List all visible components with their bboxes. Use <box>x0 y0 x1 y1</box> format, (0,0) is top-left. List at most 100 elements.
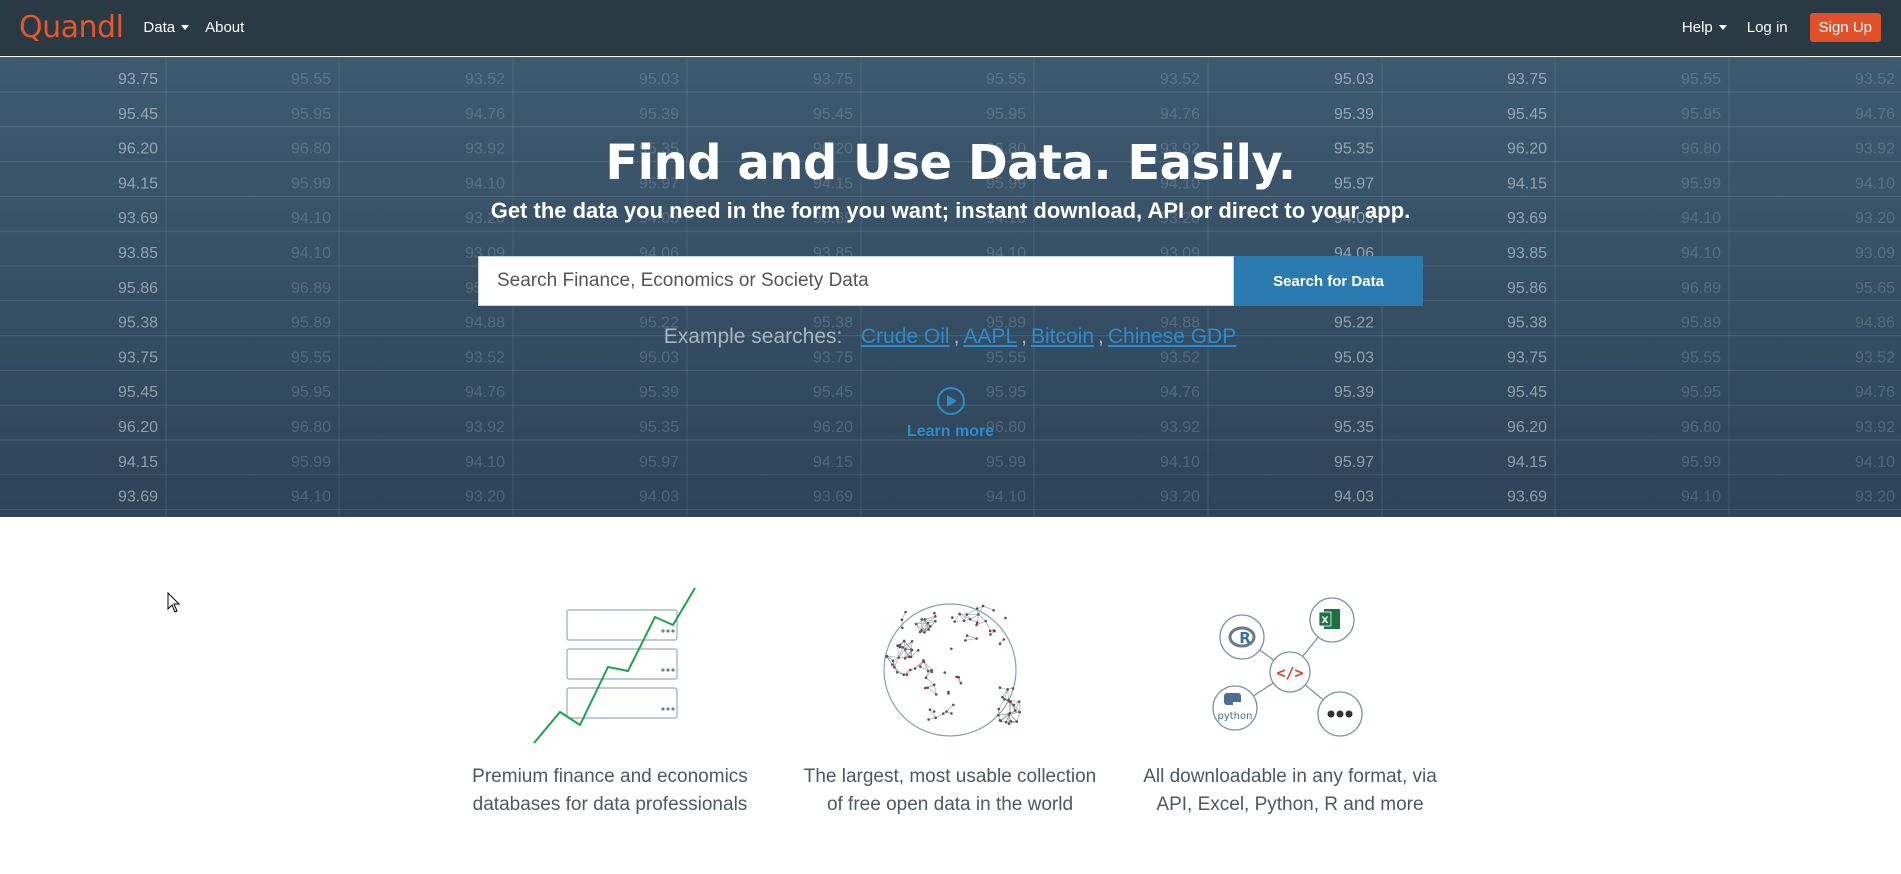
feature-formats: </> R X python All downloadable in any f… <box>1140 585 1440 819</box>
hero-subtitle: Get the data you need in the form you wa… <box>490 198 1411 223</box>
background-number: 93.75 <box>1507 71 1547 88</box>
example-link-crude-oil[interactable]: Crude Oil <box>861 325 950 348</box>
nav-about-link[interactable]: About <box>205 19 244 36</box>
background-number: 94.10 <box>291 489 331 506</box>
background-number: 93.52 <box>1160 71 1200 88</box>
background-number: 94.10 <box>291 245 331 262</box>
background-number: 95.45 <box>813 106 853 123</box>
background-number: 95.45 <box>118 106 158 123</box>
search-input[interactable] <box>478 256 1234 306</box>
background-number: 94.15 <box>813 454 853 471</box>
example-searches: Example searches: Crude Oil, AAPL, Bitcoin… <box>0 325 1901 349</box>
background-number: 95.55 <box>291 349 331 366</box>
feature-text-line: API, Excel, Python, R and more <box>1156 794 1424 815</box>
background-number: 93.69 <box>1507 489 1547 506</box>
quandl-logo[interactable]: Quandl <box>19 10 124 45</box>
background-number: 95.99 <box>986 454 1026 471</box>
example-link-bitcoin[interactable]: Bitcoin <box>1031 325 1094 348</box>
background-number: 95.55 <box>1681 349 1721 366</box>
feature-text-line: Premium finance and economics <box>472 766 748 787</box>
background-number: 95.95 <box>1681 106 1721 123</box>
nav-right: Help Log in Sign Up <box>1662 13 1881 42</box>
background-number: 93.85 <box>118 245 158 262</box>
feature-text: Premium finance and economics databases … <box>472 763 748 819</box>
feature-premium-databases: Premium finance and economics databases … <box>460 585 760 819</box>
feature-text-line: databases for data professionals <box>472 794 748 815</box>
background-number: 93.52 <box>1855 71 1895 88</box>
search-for-data-button[interactable]: Search for Data <box>1234 256 1423 306</box>
feature-text-line: The largest, most usable collection <box>803 766 1097 787</box>
background-number: 93.20 <box>1160 489 1200 506</box>
background-number: 94.10 <box>986 489 1026 506</box>
background-number: 93.75 <box>813 349 853 366</box>
background-number: 93.69 <box>813 489 853 506</box>
background-number: 95.97 <box>1334 454 1374 471</box>
background-number: 95.03 <box>1334 71 1374 88</box>
background-number: 93.85 <box>1507 245 1547 262</box>
globe-network-icon <box>883 603 1022 737</box>
background-number: 94.10 <box>1681 489 1721 506</box>
background-number: 95.55 <box>986 71 1026 88</box>
background-number: 93.75 <box>813 71 853 88</box>
separator: , <box>953 325 960 348</box>
mouse-cursor-icon <box>167 592 181 613</box>
background-number: 95.39 <box>639 106 679 123</box>
nav-help-label: Help <box>1681 19 1713 36</box>
background-number: 94.03 <box>1334 489 1374 506</box>
search-bar: Search for Data <box>478 256 1423 306</box>
background-number: 93.75 <box>118 349 158 366</box>
nav-left: Data About <box>143 19 260 36</box>
background-number: 95.45 <box>1507 106 1547 123</box>
svg-text:R: R <box>1239 629 1251 647</box>
background-number: 95.95 <box>291 106 331 123</box>
background-number: 94.10 <box>1855 454 1895 471</box>
svg-text:</>: </> <box>1276 664 1303 682</box>
play-icon[interactable] <box>936 387 965 415</box>
nav-data-label: Data <box>143 19 176 36</box>
hero-section: 93.75 95.55 93.52 95.03 93.75 95.55 93.52 95.03… <box>0 57 1901 517</box>
signup-button[interactable]: Sign Up <box>1809 13 1881 42</box>
background-number: 95.03 <box>1334 349 1374 366</box>
nav-data-dropdown[interactable]: Data <box>143 19 190 36</box>
background-number: 93.52 <box>465 349 505 366</box>
background-number: 95.97 <box>639 454 679 471</box>
background-number: 93.09 <box>1855 245 1895 262</box>
hero-title: Find and Use Data. Easily. <box>605 135 1296 191</box>
example-link-aapl[interactable]: AAPL <box>963 325 1017 348</box>
background-number: 94.76 <box>465 106 505 123</box>
feature-text-line: All downloadable in any format, via <box>1143 766 1437 787</box>
background-number: 96.89 <box>291 280 331 297</box>
top-navbar: Quandl Data About Help Log in Sign Up <box>0 0 1901 56</box>
example-link-chinese-gdp[interactable]: Chinese GDP <box>1108 325 1236 348</box>
background-number: 93.20 <box>1855 489 1895 506</box>
background-number: 93.52 <box>1160 349 1200 366</box>
python-icon-label: python <box>1218 711 1253 722</box>
background-number: 94.03 <box>639 489 679 506</box>
example-searches-label: Example searches: <box>663 325 843 348</box>
background-number: 96.89 <box>1681 280 1721 297</box>
background-number: 93.75 <box>1507 349 1547 366</box>
background-number: 93.52 <box>465 71 505 88</box>
separator: , <box>1098 325 1104 348</box>
background-number: 95.99 <box>291 454 331 471</box>
feature-text-line: of free open data in the world <box>826 794 1074 815</box>
background-number: 93.75 <box>118 71 158 88</box>
background-number: 94.10 <box>1160 454 1200 471</box>
background-number: 95.95 <box>986 106 1026 123</box>
background-number: 95.55 <box>291 71 331 88</box>
background-number: 95.86 <box>1507 280 1547 297</box>
background-number: 95.55 <box>986 349 1026 366</box>
background-number: 93.52 <box>1855 349 1895 366</box>
background-number: 95.55 <box>1681 71 1721 88</box>
nav-help-dropdown[interactable]: Help <box>1682 19 1727 36</box>
formats-hub-icon: </> R X python <box>1212 597 1363 737</box>
background-number: 94.10 <box>1681 245 1721 262</box>
background-number: 95.99 <box>1681 454 1721 471</box>
background-number: 93.69 <box>118 489 158 506</box>
background-number: 95.86 <box>118 280 158 297</box>
nav-login-link[interactable]: Log in <box>1747 19 1788 36</box>
caret-down-icon <box>181 25 190 30</box>
learn-more-link[interactable]: Learn more <box>907 423 994 441</box>
feature-text: All downloadable in any format, via API,… <box>1143 763 1437 819</box>
background-number: 94.76 <box>1855 106 1895 123</box>
